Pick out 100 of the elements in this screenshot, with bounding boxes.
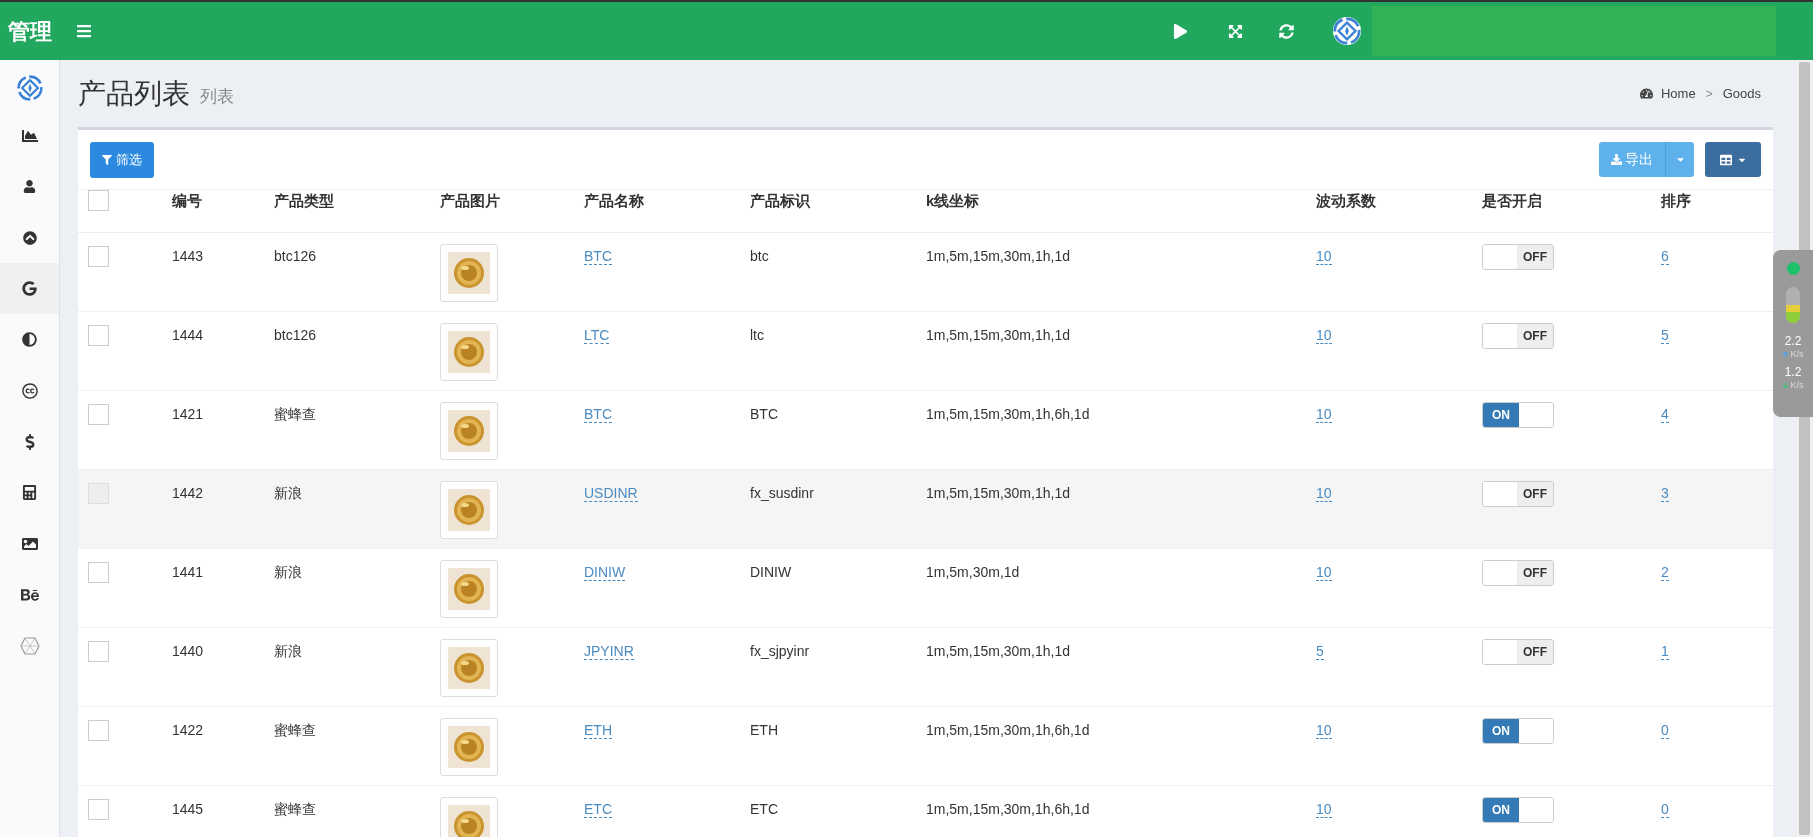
editable-link[interactable]: BTC — [584, 248, 612, 265]
toggle-switch[interactable]: OFF — [1482, 560, 1554, 586]
table-icon — [1719, 153, 1732, 166]
table-cell-text: 1421 — [172, 405, 205, 424]
contrast-icon[interactable] — [22, 332, 37, 347]
table-cell-text: btc126 — [274, 247, 318, 266]
editable-link[interactable]: ETH — [584, 722, 612, 739]
editable-link[interactable]: 10 — [1316, 327, 1332, 344]
toggle-switch[interactable]: ON — [1482, 718, 1554, 744]
table-cell-text: 1m,5m,15m,30m,1h,1d — [926, 247, 1071, 266]
table-cell-text: 1m,5m,15m,30m,1h,6h,1d — [926, 800, 1091, 819]
dashboard-icon — [1640, 87, 1653, 100]
creative-commons-icon[interactable] — [21, 382, 38, 399]
editable-link[interactable]: BTC — [584, 406, 612, 423]
editable-link[interactable]: ETC — [584, 801, 612, 818]
calculator-icon[interactable] — [22, 485, 37, 500]
table-cell-text: 1m,5m,15m,30m,1h,6h,1d — [926, 405, 1091, 424]
toggle-switch[interactable]: OFF — [1482, 481, 1554, 507]
column-header[interactable]: 产品类型 — [274, 190, 440, 213]
table-cell-text: ETH — [750, 721, 779, 740]
column-header[interactable]: k线坐标 — [926, 190, 1316, 213]
columns-button[interactable] — [1705, 142, 1761, 177]
table-cell-text: 1m,5m,15m,30m,1h,1d — [926, 642, 1071, 661]
speed-unit: K/s — [1790, 348, 1804, 361]
breadcrumb-separator: > — [1705, 85, 1713, 103]
row-checkbox[interactable] — [88, 246, 109, 267]
editable-link[interactable]: 10 — [1316, 485, 1332, 502]
editable-link[interactable]: 4 — [1661, 406, 1669, 423]
editable-link[interactable]: 10 — [1316, 248, 1332, 265]
editable-link[interactable]: 2 — [1661, 564, 1669, 581]
toggle-switch[interactable]: ON — [1482, 402, 1554, 428]
breadcrumb-link[interactable]: Home — [1661, 83, 1696, 104]
column-header[interactable]: 产品标识 — [750, 190, 926, 213]
editable-link[interactable]: 10 — [1316, 801, 1332, 818]
row-checkbox[interactable] — [88, 720, 109, 741]
table-cell-text: btc — [750, 247, 770, 266]
row-checkbox[interactable] — [88, 325, 109, 346]
editable-link[interactable]: 1 — [1661, 643, 1669, 660]
table-cell-text: 新浪 — [274, 484, 303, 503]
table-cell-text: 1m,5m,15m,30m,1h,1d — [926, 326, 1071, 345]
row-checkbox[interactable] — [88, 404, 109, 425]
table-cell-text: btc126 — [274, 326, 318, 345]
upload-speed: 2.2 — [1784, 335, 1802, 348]
column-header[interactable]: 是否开启 — [1482, 190, 1661, 213]
column-header[interactable]: 波动系数 — [1316, 190, 1482, 213]
filter-button[interactable]: 筛选 — [90, 141, 154, 178]
editable-link[interactable]: 10 — [1316, 722, 1332, 739]
table-cell-text: 1441 — [172, 563, 205, 582]
editable-link[interactable]: 3 — [1661, 485, 1669, 502]
user-icon[interactable] — [23, 180, 36, 193]
area-chart-icon[interactable] — [21, 127, 38, 144]
row-checkbox[interactable] — [88, 483, 109, 504]
download-icon — [1611, 154, 1622, 165]
toggle-switch[interactable]: OFF — [1482, 639, 1554, 665]
table-cell-text: 1442 — [172, 484, 205, 503]
select-all-checkbox[interactable] — [88, 190, 109, 211]
table-cell-text: 新浪 — [274, 642, 303, 661]
row-checkbox[interactable] — [88, 799, 109, 820]
table-cell-text: 蜜蜂查 — [274, 800, 317, 819]
refresh-icon[interactable] — [1279, 23, 1294, 39]
column-header[interactable]: 排序 — [1661, 190, 1773, 213]
download-icon — [1782, 381, 1790, 389]
table-cell-text: 1m,5m,15m,30m,1h,1d — [926, 484, 1071, 503]
table-cell-text: 1443 — [172, 247, 205, 266]
row-checkbox[interactable] — [88, 562, 109, 583]
export-dropdown-button[interactable] — [1665, 142, 1694, 177]
google-icon[interactable] — [22, 281, 37, 296]
column-header[interactable]: 编号 — [172, 190, 274, 213]
fullscreen-icon[interactable] — [1228, 23, 1243, 39]
editable-link[interactable]: JPYINR — [584, 643, 634, 660]
toggle-switch[interactable]: OFF — [1482, 323, 1554, 349]
editable-link[interactable]: 0 — [1661, 722, 1669, 739]
menu-icon[interactable] — [76, 23, 92, 39]
editable-link[interactable]: 5 — [1661, 327, 1669, 344]
editable-link[interactable]: 6 — [1661, 248, 1669, 265]
editable-link[interactable]: 10 — [1316, 564, 1332, 581]
editable-link[interactable]: 5 — [1316, 643, 1324, 660]
table-cell-text: ETC — [750, 800, 779, 819]
image-icon[interactable] — [21, 535, 38, 552]
editable-link[interactable]: 0 — [1661, 801, 1669, 818]
column-header[interactable]: 产品图片 — [440, 190, 584, 213]
table-cell-text: 1422 — [172, 721, 205, 740]
table-cell-text: fx_sjpyinr — [750, 642, 811, 661]
column-header[interactable]: 产品名称 — [584, 190, 750, 213]
editable-link[interactable]: USDINR — [584, 485, 638, 502]
page-subtitle: 列表 — [200, 85, 234, 108]
toggle-switch[interactable]: OFF — [1482, 244, 1554, 270]
page-title: 产品列表 — [78, 76, 190, 111]
hexagon-icon[interactable] — [19, 635, 40, 656]
export-button[interactable]: 导出 — [1599, 142, 1665, 177]
brand[interactable]: 管理 — [0, 14, 60, 48]
play-icon[interactable] — [1173, 23, 1188, 39]
editable-link[interactable]: LTC — [584, 327, 610, 344]
editable-link[interactable]: 10 — [1316, 406, 1332, 423]
speed-unit: K/s — [1790, 378, 1804, 392]
gauge-icon — [1786, 287, 1800, 323]
row-checkbox[interactable] — [88, 641, 109, 662]
editable-link[interactable]: DINIW — [584, 564, 626, 581]
download-speed: 1.2 — [1784, 365, 1802, 379]
toggle-switch[interactable]: ON — [1482, 797, 1554, 823]
